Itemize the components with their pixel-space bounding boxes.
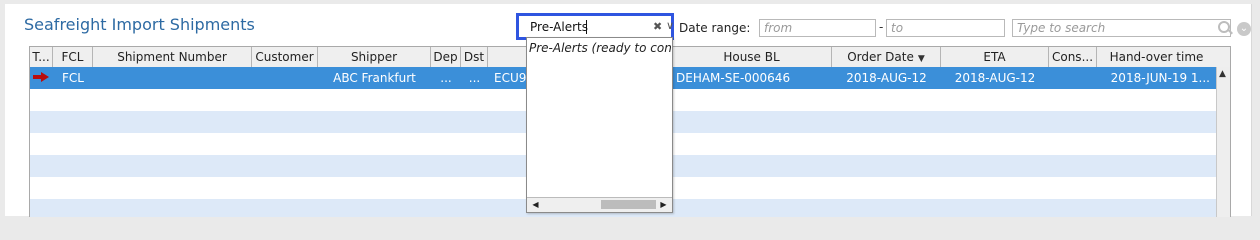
page-title: Seafreight Import Shipments	[24, 15, 255, 34]
search-field[interactable]	[1012, 19, 1231, 37]
text-caret	[586, 20, 587, 34]
date-to-input[interactable]	[887, 20, 1004, 36]
filter-input[interactable]: Pre-Alerts ✖ ∨	[527, 19, 674, 34]
vertical-scrollbar[interactable]: ▲	[1216, 67, 1230, 217]
column-header-customer[interactable]: Customer	[252, 47, 318, 67]
scroll-up-icon[interactable]: ▲	[1219, 69, 1226, 79]
search-input[interactable]	[1013, 20, 1230, 36]
scroll-left-icon[interactable]: ◀	[530, 199, 541, 210]
filter-select[interactable]: Pre-Alerts ✖ ∨	[516, 13, 674, 40]
cell-eta: 2018-AUG-12	[954, 71, 1036, 85]
date-from-input[interactable]	[760, 20, 875, 36]
clear-icon[interactable]: ✖	[653, 20, 662, 33]
cell-order-date: 2018-AUG-12	[846, 71, 927, 85]
column-header-dep[interactable]: Dep	[431, 47, 461, 67]
column-header-handover-time[interactable]: Hand-over time	[1097, 47, 1216, 67]
column-header-dst[interactable]: Dst	[461, 47, 488, 67]
column-header-type[interactable]: T...	[30, 47, 53, 67]
cell-dst: ...	[468, 71, 481, 85]
search-icon[interactable]	[1218, 21, 1230, 33]
cell-shipper: ABC Frankfurt	[333, 71, 416, 85]
column-header-cons[interactable]: Cons...	[1049, 47, 1097, 67]
cell-dep: ...	[440, 71, 452, 85]
sort-desc-icon: ▼	[917, 54, 925, 64]
column-header-eta[interactable]: ETA	[941, 47, 1049, 67]
date-range-label: Date range:	[679, 21, 751, 35]
filter-value: Pre-Alerts	[530, 20, 588, 34]
column-header-shipment-number[interactable]: Shipment Number	[93, 47, 252, 67]
scroll-right-icon[interactable]: ▶	[658, 199, 669, 210]
horizontal-scrollbar[interactable]: ◀ ▶	[527, 197, 672, 212]
column-header-shipper[interactable]: Shipper	[318, 47, 431, 67]
column-header-order-date[interactable]: Order Date ▼	[832, 47, 941, 67]
dropdown-item-pre-alerts[interactable]: Pre-Alerts (ready to con	[529, 41, 672, 55]
scrollbar-thumb[interactable]	[601, 200, 656, 209]
column-header-house-bl[interactable]: House BL	[672, 47, 832, 67]
filter-dropdown-list[interactable]: Pre-Alerts (ready to con ◀ ▶	[526, 37, 673, 213]
chevron-down-icon[interactable]: ∨	[666, 19, 674, 32]
date-to-field[interactable]	[886, 19, 1005, 37]
column-header-fcl[interactable]: FCL	[53, 47, 93, 67]
cell-handover-time: 2018-JUN-19 1...	[1110, 71, 1210, 85]
chevron-down-icon[interactable]: ⌄	[1237, 22, 1251, 36]
cell-house-bl: DEHAM-SE-000646	[676, 71, 791, 85]
order-date-label: Order Date	[847, 50, 914, 64]
arrow-flag-icon	[33, 72, 49, 82]
date-range-dash: -	[879, 20, 884, 34]
date-from-field[interactable]	[759, 19, 876, 37]
cell-fcl: FCL	[62, 71, 84, 85]
